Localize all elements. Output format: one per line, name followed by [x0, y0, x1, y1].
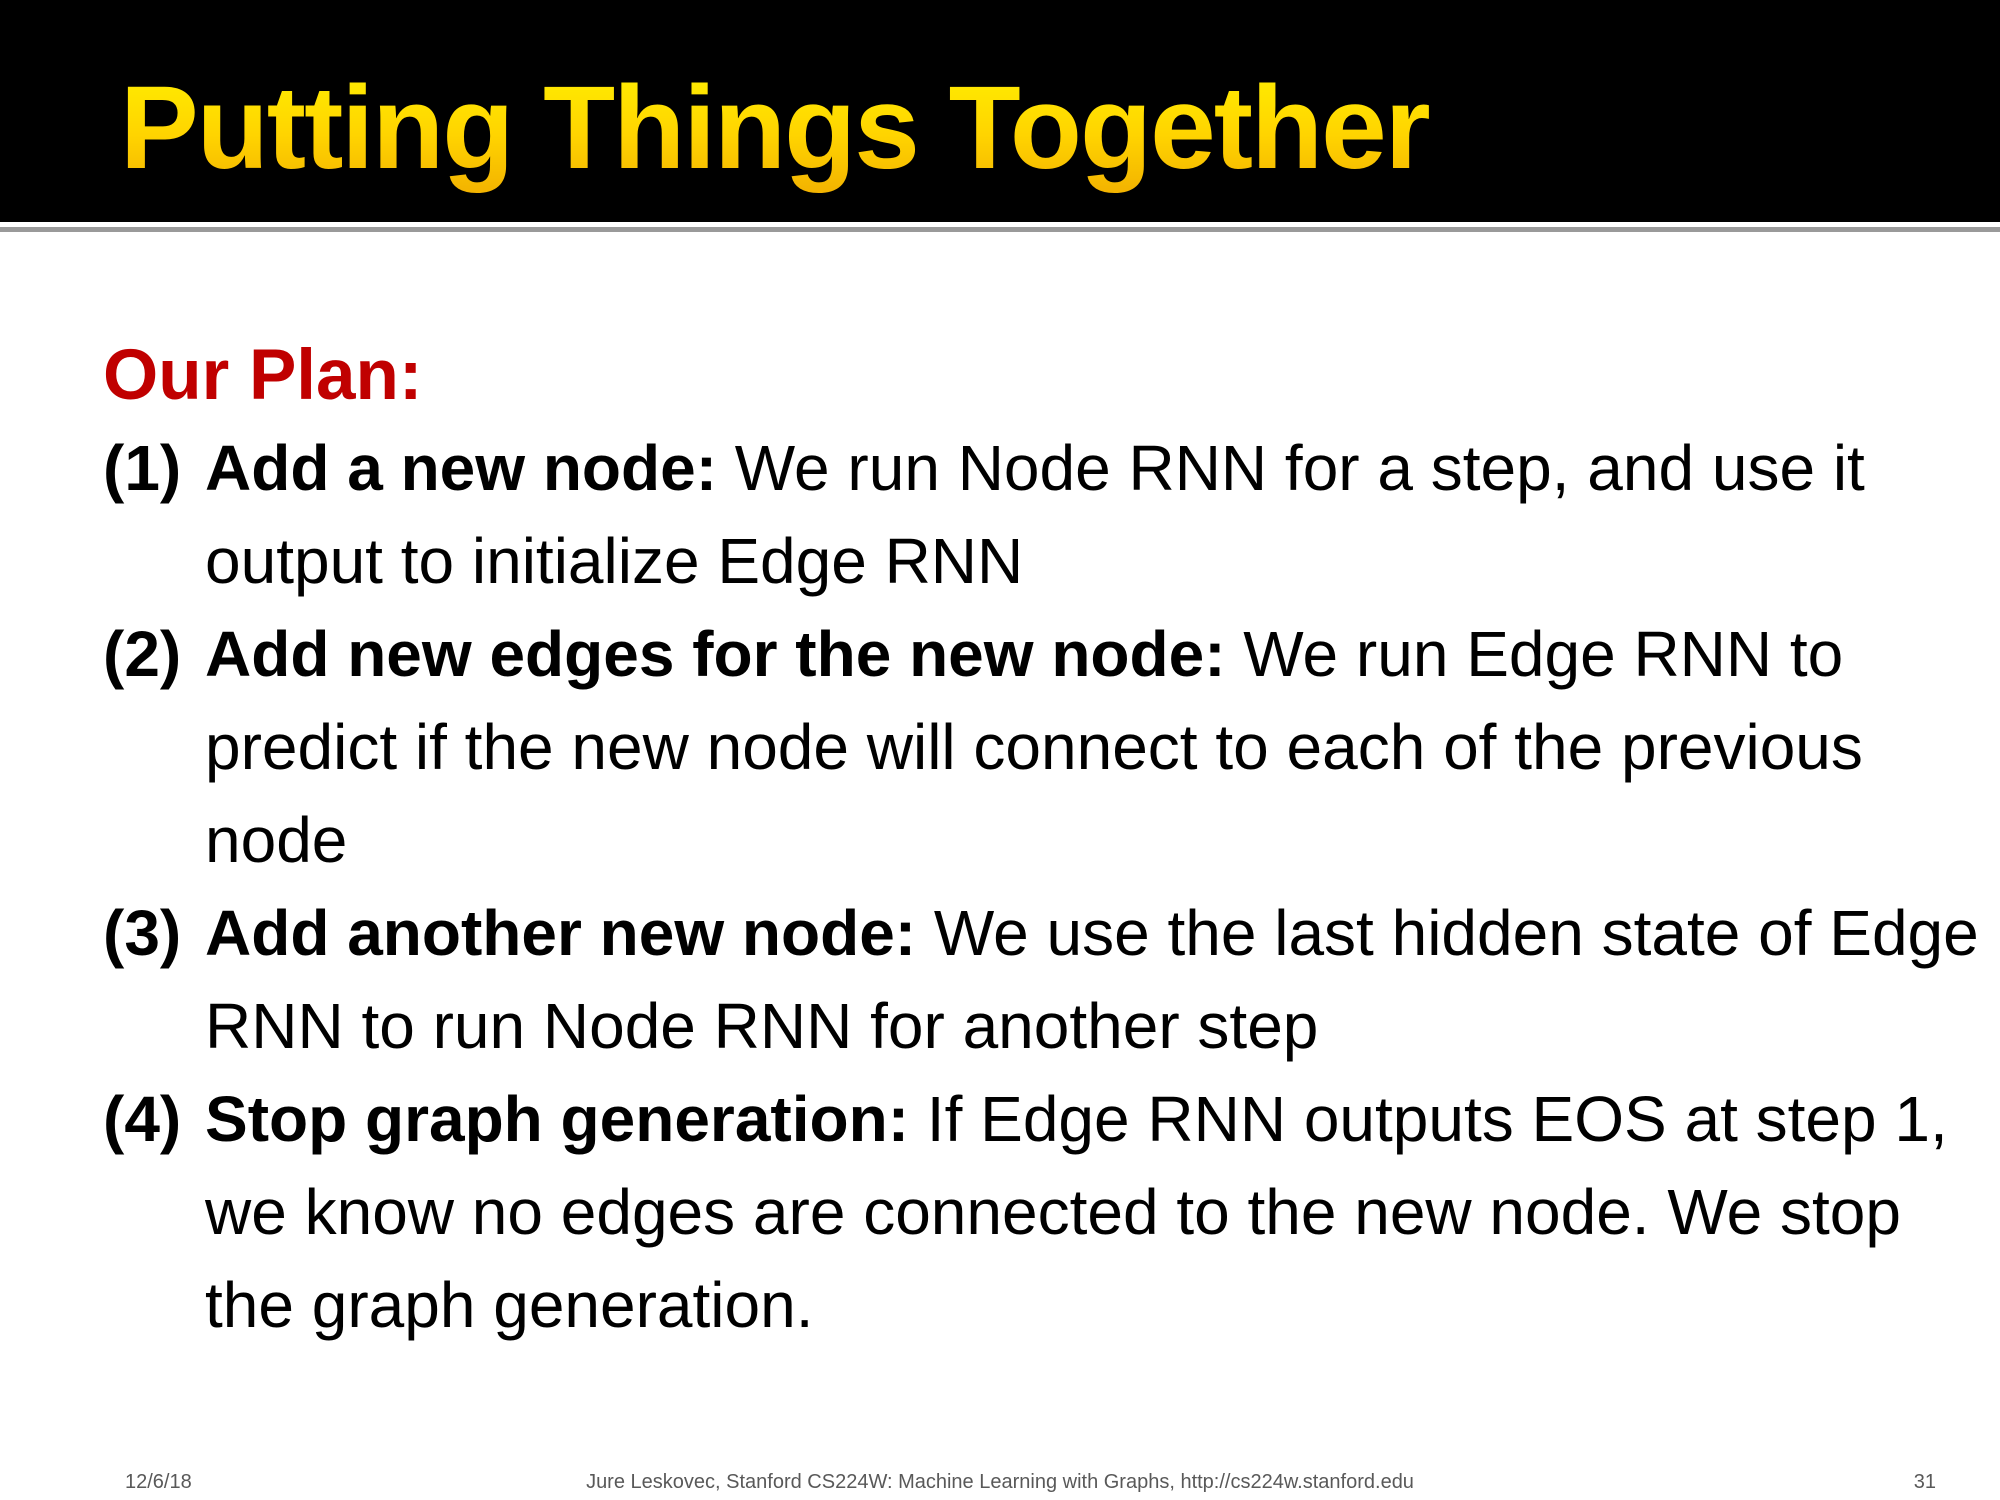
step-number: (3) [103, 897, 182, 969]
step-lead: Stop graph generation: [205, 1083, 909, 1155]
plan-heading: Our Plan: [103, 336, 423, 415]
plan-step-1: (1) Add a new node: We run Node RNN for … [103, 422, 1983, 608]
step-body: Add new edges for the new node: We run E… [205, 608, 1983, 887]
plan-step-3: (3) Add another new node: We use the las… [103, 887, 1983, 1073]
title-bar: Putting Things Together [0, 0, 2000, 222]
title-divider [0, 227, 2000, 232]
step-number: (1) [103, 432, 182, 504]
step-body: Stop graph generation: If Edge RNN outpu… [205, 1073, 1983, 1352]
plan-step-2: (2) Add new edges for the new node: We r… [103, 608, 1983, 887]
step-lead: Add new edges for the new node: [205, 618, 1226, 690]
step-number: (2) [103, 618, 182, 690]
footer-credit: Jure Leskovec, Stanford CS224W: Machine … [586, 1471, 1414, 1493]
step-body: Add a new node: We run Node RNN for a st… [205, 422, 1983, 608]
footer-page-number: 31 [1913, 1471, 1936, 1493]
step-number: (4) [103, 1083, 182, 1155]
slide-content: Our Plan: (1) Add a new node: We run Nod… [103, 330, 1983, 1352]
plan-step-4: (4) Stop graph generation: If Edge RNN o… [103, 1073, 1983, 1352]
step-lead: Add a new node: [205, 432, 717, 504]
step-lead: Add another new node: [205, 897, 917, 969]
step-body: Add another new node: We use the last hi… [205, 887, 1983, 1073]
slide-title: Putting Things Together [120, 58, 1431, 198]
